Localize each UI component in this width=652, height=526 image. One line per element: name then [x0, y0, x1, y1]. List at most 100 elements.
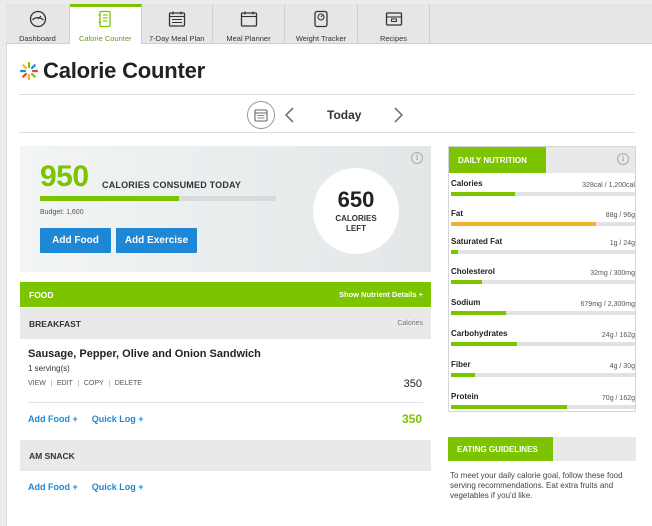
- scale-icon: [314, 10, 328, 28]
- tab-label: Meal Planner: [226, 34, 271, 43]
- nutrient-progress-bar: [451, 192, 635, 196]
- divider: [28, 402, 423, 403]
- tab-label: Calorie Counter: [78, 34, 132, 43]
- show-nutrient-details-link[interactable]: Show Nutrient Details +: [339, 290, 423, 299]
- food-item-actions: VIEW EDIT COPY DELETE: [28, 380, 147, 387]
- current-date-label: Today: [327, 108, 362, 122]
- calendar-icon: [254, 109, 268, 122]
- nutrient-name: Calories: [451, 179, 483, 188]
- food-section-header: FOOD Show Nutrient Details +: [20, 282, 431, 307]
- food-item-name[interactable]: Sausage, Pepper, Olive and Onion Sandwic…: [28, 348, 261, 360]
- nutrient-value: 4g / 30g: [609, 363, 635, 370]
- view-link[interactable]: VIEW: [28, 380, 52, 387]
- nutrient-progress-fill: [451, 373, 475, 377]
- nutrient-value: 88g / 96g: [605, 212, 635, 219]
- info-icon[interactable]: i: [411, 152, 423, 164]
- eating-guidelines-text: To meet your daily calorie goal, follow …: [450, 471, 623, 500]
- nutrient-progress-bar: [451, 405, 635, 409]
- daily-nutrition-panel: DAILY NUTRITION i Calories 328cal / 1,200…: [448, 146, 636, 412]
- food-item-calories: 350: [403, 378, 422, 390]
- chevron-left-icon[interactable]: [283, 106, 297, 124]
- nutrient-progress-fill: [451, 222, 597, 226]
- calorie-summary-card: i 950 CALORIES CONSUMED TODAY Budget: 1,…: [20, 146, 431, 272]
- calorie-progress-bar: [40, 196, 276, 201]
- calories-left-circle: 650 CALORIES LEFT: [313, 168, 399, 254]
- nutrient-value: 328cal / 1,200cal: [582, 182, 635, 189]
- snack-actions: Add Food + Quick Log +: [28, 482, 158, 492]
- nutrient-progress-fill: [451, 342, 518, 346]
- eating-guidelines-title: EATING GUIDELINES: [448, 437, 553, 461]
- calories-left-value: 650: [337, 187, 375, 212]
- nutrient-progress-bar: [451, 373, 635, 377]
- nutrient-name: Fat: [451, 209, 463, 218]
- nutrient-progress-bar: [451, 280, 635, 284]
- calories-consumed-value: 950: [40, 160, 89, 193]
- nutrient-value: 1g / 24g: [609, 240, 635, 247]
- nutrient-value: 32mg / 300mg: [590, 270, 635, 277]
- nutrient-name: Carbohydrates: [451, 329, 508, 338]
- nutrient-name: Saturated Fat: [451, 237, 503, 246]
- am-snack-header: AM SNACK: [20, 440, 431, 471]
- eating-guidelines-panel: EATING GUIDELINES To meet your daily cal…: [448, 437, 636, 507]
- copy-link[interactable]: COPY: [79, 380, 110, 387]
- tab-meal-planner[interactable]: Meal Planner: [213, 4, 285, 44]
- tab-7-day-meal-plan[interactable]: 7-Day Meal Plan: [142, 4, 213, 44]
- calendar-button[interactable]: [247, 101, 275, 129]
- nutrition-row: Sodium 679mg / 2,300mg: [451, 298, 635, 318]
- breakfast-header: BREAKFAST Calories: [20, 308, 431, 339]
- main-panel: Calorie Counter Today i 950 CALORIES CON…: [6, 44, 652, 526]
- nutrient-progress-bar: [451, 250, 635, 254]
- calendar-week-icon: [168, 11, 185, 27]
- nutrition-row: Protein 70g / 162g: [451, 392, 635, 412]
- tab-dashboard[interactable]: Dashboard: [6, 4, 70, 44]
- divider: [19, 132, 635, 133]
- nutrient-name: Cholesterol: [451, 267, 496, 276]
- nutrition-row: Carbohydrates 24g / 162g: [451, 329, 635, 349]
- info-icon[interactable]: i: [617, 153, 629, 165]
- nutrient-progress-fill: [451, 280, 483, 284]
- snack-quick-log-link[interactable]: Quick Log +: [92, 482, 144, 492]
- nutrition-row: Cholesterol 32mg / 300mg: [451, 267, 635, 287]
- nutrition-row: Fiber 4g / 30g: [451, 360, 635, 380]
- breakfast-quick-log-link[interactable]: Quick Log +: [92, 414, 144, 424]
- tab-label: Weight Tracker: [295, 34, 347, 43]
- nutrition-row: Fat 88g / 96g: [451, 209, 635, 229]
- page-header: Calorie Counter: [19, 58, 205, 84]
- calorie-progress-fill: [40, 196, 180, 201]
- snack-add-food-link[interactable]: Add Food +: [28, 482, 78, 492]
- nutrient-progress-fill: [451, 311, 507, 315]
- tab-label: Recipes: [379, 34, 408, 43]
- divider: [19, 94, 635, 95]
- nutrient-progress-fill: [451, 192, 516, 196]
- top-tab-bar: Dashboard Calorie Counter 7-Day Meal Pla…: [6, 4, 652, 45]
- nutrient-progress-bar: [451, 311, 635, 315]
- tab-recipes[interactable]: Recipes: [358, 4, 430, 44]
- food-item-serving: 1 serving(s): [28, 364, 70, 373]
- date-navigator: Today: [247, 100, 407, 130]
- delete-link[interactable]: DELETE: [110, 380, 147, 387]
- tab-weight-tracker[interactable]: Weight Tracker: [285, 4, 358, 44]
- add-food-button[interactable]: Add Food: [40, 228, 111, 253]
- calories-left-label: CALORIES LEFT: [335, 214, 377, 233]
- meal-title: BREAKFAST: [29, 318, 81, 329]
- calories-consumed-label: CALORIES CONSUMED TODAY: [102, 180, 242, 190]
- calories-column-header: Calories: [397, 320, 423, 327]
- breakfast-actions: Add Food + Quick Log +: [28, 414, 158, 424]
- dashboard-icon: [29, 10, 46, 28]
- nutrient-progress-fill: [451, 250, 459, 254]
- chevron-right-icon[interactable]: [391, 106, 405, 124]
- daily-nutrition-title: DAILY NUTRITION: [449, 147, 546, 173]
- nutrient-progress-bar: [451, 342, 635, 346]
- breakfast-add-food-link[interactable]: Add Food +: [28, 414, 78, 424]
- breakfast-total-calories: 350: [401, 412, 422, 426]
- nutrient-value: 70g / 162g: [601, 395, 635, 402]
- edit-link[interactable]: EDIT: [52, 380, 79, 387]
- nutrient-name: Protein: [451, 392, 479, 401]
- tab-label: Dashboard: [19, 34, 56, 43]
- calendar-icon: [240, 11, 257, 27]
- nutrient-name: Sodium: [451, 298, 481, 307]
- nutrient-name: Fiber: [451, 360, 471, 369]
- add-exercise-button[interactable]: Add Exercise: [116, 228, 197, 253]
- tab-calorie-counter[interactable]: Calorie Counter: [70, 4, 142, 45]
- nutrient-progress-fill: [451, 405, 567, 409]
